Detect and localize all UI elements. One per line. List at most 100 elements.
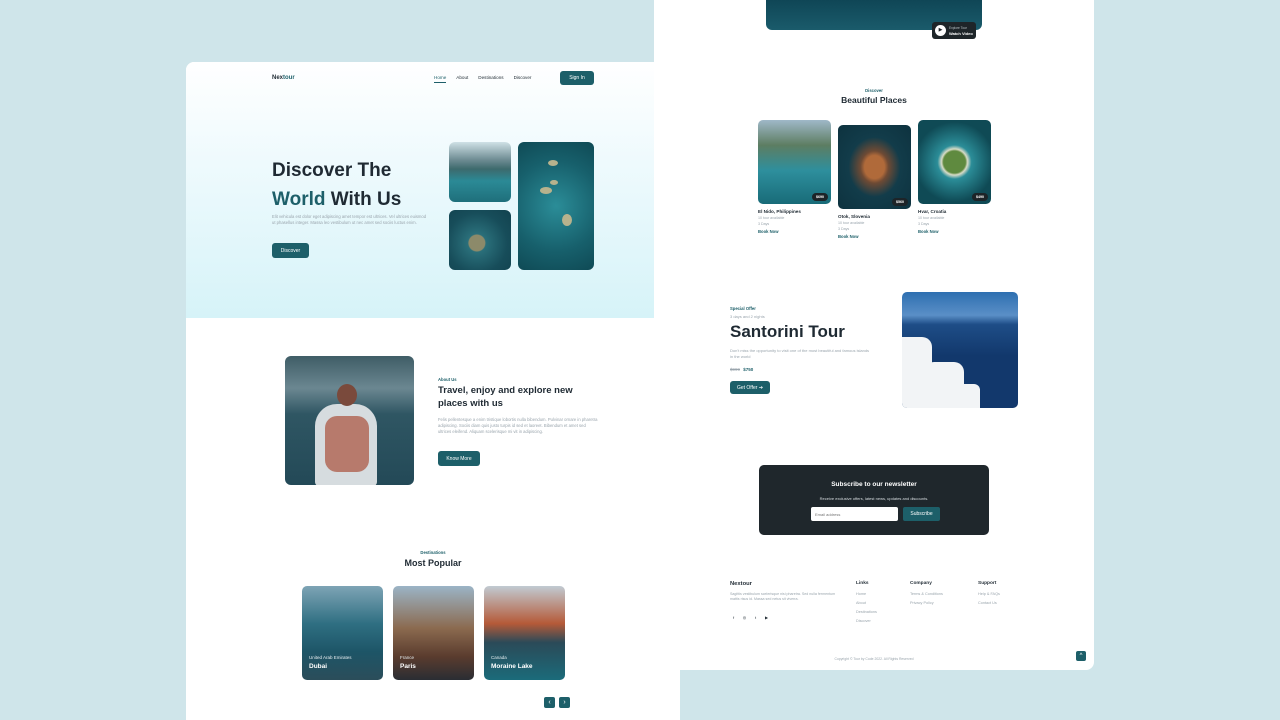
place-card-el-nido[interactable]: $690 El Nido, Philippines 10 tour availa… <box>758 120 831 234</box>
logo[interactable]: Nextour <box>272 75 295 81</box>
newsletter-title: Subscribe to our newsletter <box>831 481 917 488</box>
footer-link[interactable]: Terms & Conditions <box>910 592 943 596</box>
footer-link[interactable]: Destinations <box>856 610 877 614</box>
footer-link[interactable]: Contact Us <box>978 601 1000 605</box>
hero-title-rest: With Us <box>325 189 402 210</box>
footer-column-title: Company <box>910 581 932 586</box>
place-tours: 10 tour available <box>838 221 865 225</box>
place-image: $560 <box>838 125 911 209</box>
nav-destinations[interactable]: Destinations <box>478 75 503 83</box>
place-days: 3 Days <box>918 222 930 226</box>
footer-column-title: Support <box>978 581 997 586</box>
watch-video-button[interactable]: ▶ Explore Tour Watch Video <box>932 22 976 39</box>
destination-card-dubai[interactable]: United Arab Emirates Dubai <box>302 586 383 680</box>
about-tag: About Us <box>438 377 457 382</box>
destinations-tag: Destinations <box>420 550 446 555</box>
place-image: $490 <box>918 120 991 204</box>
book-now-link[interactable]: Book Now <box>918 229 991 234</box>
places-title: Beautiful Places <box>841 95 907 105</box>
hero-title: Discover The World With Us <box>272 156 401 214</box>
price-badge: $690 <box>812 193 828 201</box>
nav-links: Home About Destinations Discover <box>434 75 531 83</box>
hero-title-line1: Discover The <box>272 160 392 181</box>
play-icon: ▶ <box>935 25 946 36</box>
place-card-otok[interactable]: $560 Otok, Slovenia 10 tour available 3 … <box>838 125 911 239</box>
new-price: $750 <box>743 367 754 372</box>
footer-support-column: Support Help & FAQs Contact Us <box>978 581 1000 610</box>
places-tag: Discover <box>865 88 883 93</box>
footer-description: Sagittis vestibulum scelerisque nisi pha… <box>730 592 836 601</box>
twitter-icon[interactable]: t <box>752 614 759 621</box>
footer-link[interactable]: Home <box>856 592 877 596</box>
newsletter-subtitle: Receive exclusive offers, latest news, u… <box>819 496 929 501</box>
footer-link[interactable]: About <box>856 601 877 605</box>
newsletter-box: Subscribe to our newsletter Receive excl… <box>759 465 989 535</box>
hero-description: Elit vehicula est dolor eget adipiscing … <box>272 214 427 225</box>
discover-button[interactable]: Discover <box>272 243 309 258</box>
copyright-text: Copyright © Tour by Code 2022. All Right… <box>834 657 914 661</box>
place-name: Hvar, Croatia <box>918 209 947 214</box>
hero-image-islands-aerial <box>518 142 594 270</box>
top-navbar: Nextour Home About Destinations Discover… <box>272 71 594 85</box>
hero-image-island <box>449 210 511 270</box>
youtube-icon[interactable]: ▶ <box>763 614 770 621</box>
hero-section <box>186 62 680 318</box>
get-offer-label: Get Offer <box>736 384 758 391</box>
offer-price: $999 $750 <box>730 367 753 372</box>
destination-country: Canada <box>491 655 507 660</box>
santorini-image <box>902 292 1018 408</box>
footer-link[interactable]: Help & FAQs <box>978 592 1000 596</box>
footer-link[interactable]: Discover <box>856 619 877 623</box>
nav-about[interactable]: About <box>456 75 468 83</box>
subscribe-button[interactable]: Subscribe <box>903 507 940 521</box>
scroll-top-icon[interactable]: ^ <box>1076 651 1086 661</box>
place-name: El Nido, Philippines <box>758 209 801 214</box>
destinations-title: Most Popular <box>404 558 462 568</box>
watch-video-label: Watch Video <box>949 31 973 36</box>
footer-links-column: Links Home About Destinations Discover <box>856 581 877 628</box>
email-input[interactable] <box>811 507 898 521</box>
place-card-hvar[interactable]: $490 Hvar, Croatia 10 tour available 3 D… <box>918 120 991 234</box>
arrow-right-icon: ➔ <box>758 384 764 391</box>
nav-home[interactable]: Home <box>434 75 447 83</box>
book-now-link[interactable]: Book Now <box>758 229 831 234</box>
landing-page-left: Nextour Home About Destinations Discover… <box>186 62 680 720</box>
watch-video-caption: Explore Tour <box>949 26 967 30</box>
facebook-icon[interactable]: f <box>730 614 737 621</box>
offer-description: Don't miss the opportunity to visit one … <box>730 348 870 359</box>
logo-text-b: tour <box>283 75 295 81</box>
logo-text-a: Nex <box>272 75 284 81</box>
instagram-icon[interactable]: ◎ <box>741 614 748 621</box>
old-price: $999 <box>730 367 741 372</box>
hero-title-accent: World <box>272 189 326 210</box>
nav-discover[interactable]: Discover <box>514 75 532 83</box>
get-offer-button[interactable]: Get Offer ➔ <box>730 381 770 394</box>
destination-name: Dubai <box>309 663 328 670</box>
sign-in-button[interactable]: Sign In <box>560 71 594 85</box>
destination-country: France <box>400 655 415 660</box>
prev-arrow-icon[interactable]: ‹ <box>544 697 555 708</box>
next-arrow-icon[interactable]: › <box>559 697 570 708</box>
destination-card-paris[interactable]: France Paris <box>393 586 474 680</box>
place-image: $690 <box>758 120 831 204</box>
destination-country: United Arab Emirates <box>309 655 352 660</box>
place-name: Otok, Slovenia <box>838 214 870 219</box>
destination-card-moraine-lake[interactable]: Canada Moraine Lake <box>484 586 565 680</box>
footer-column-title: Links <box>856 581 869 586</box>
about-image-traveler <box>285 356 414 485</box>
footer-company-column: Company Terms & Conditions Privacy Polic… <box>910 581 943 610</box>
place-tours: 10 tour available <box>758 216 785 220</box>
book-now-link[interactable]: Book Now <box>838 234 911 239</box>
destination-name: Paris <box>400 663 416 670</box>
place-days: 3 Days <box>838 227 850 231</box>
about-title: Travel, enjoy and explore new places wit… <box>438 385 573 409</box>
price-badge: $560 <box>892 198 908 206</box>
know-more-button[interactable]: Know More <box>438 451 480 466</box>
offer-tag: Special Offer <box>730 306 756 311</box>
landing-page-right: ▶ Explore Tour Watch Video Discover Beau… <box>654 0 1094 670</box>
offer-duration: 3 days and 2 nights <box>730 314 765 319</box>
footer-brand: Nextour <box>730 581 752 587</box>
destination-name: Moraine Lake <box>491 663 533 670</box>
about-description: Felis pellentesque a enim tristique lobo… <box>438 417 598 434</box>
footer-link[interactable]: Privacy Policy <box>910 601 943 605</box>
